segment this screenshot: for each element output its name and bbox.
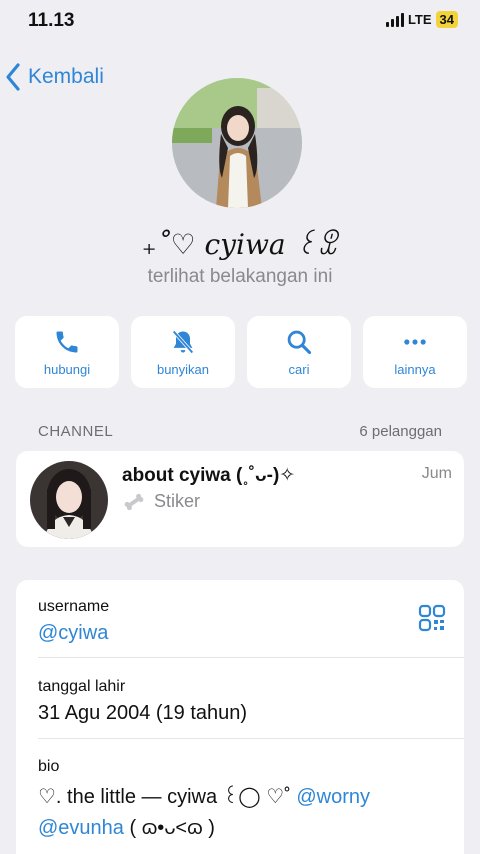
- channel-card[interactable]: about cyiwa (˳˚ᴗ-)✧ Jum Stiker: [16, 451, 464, 547]
- profile-avatar[interactable]: [172, 78, 302, 208]
- mute-label: bunyikan: [156, 361, 210, 377]
- back-label: Kembali: [28, 65, 104, 88]
- bio-mention-link[interactable]: @worny: [296, 786, 370, 808]
- call-label: hubungi: [43, 361, 91, 377]
- channel-last-message: Stiker: [122, 491, 200, 512]
- status-bar: 11.13 LTE 34: [0, 0, 480, 44]
- bio-row: bio ♡. the little — cyiwa ꒰◯ ♡˚ @worny @…: [38, 758, 448, 844]
- qr-code-icon[interactable]: [418, 604, 446, 637]
- birthday-value: 31 Agu 2004 (19 tahun): [38, 702, 248, 724]
- battery-icon: 34: [435, 11, 458, 28]
- bone-icon: [124, 493, 144, 510]
- phone-icon: [56, 331, 78, 352]
- status-indicators: LTE 34: [385, 11, 458, 28]
- network-label: LTE: [407, 12, 432, 27]
- bio-text-part: ♡. the little — cyiwa ꒰◯ ♡˚: [38, 786, 297, 808]
- search-label: cari: [288, 361, 310, 377]
- bio-text: ♡. the little — cyiwa ꒰◯ ♡˚ @worny @evun…: [38, 782, 448, 844]
- channel-subtitle: Stiker: [154, 491, 201, 511]
- mute-button[interactable]: bunyikan: [131, 316, 235, 388]
- divider: [38, 657, 464, 658]
- signal-icon: [385, 12, 404, 27]
- birthday-label: tanggal lahir: [38, 678, 126, 695]
- more-button[interactable]: lainnya: [363, 316, 467, 388]
- username-value[interactable]: @cyiwa: [38, 622, 448, 645]
- birthday-row: tanggal lahir 31 Agu 2004 (19 tahun): [38, 678, 448, 725]
- more-label: lainnya: [394, 361, 436, 377]
- bell-muted-icon: [172, 329, 194, 354]
- profile-name: ₊˚♡ cyiwa ꒰ꀾ: [141, 228, 339, 261]
- channel-section-label: CHANNEL: [38, 423, 114, 440]
- profile-last-seen: terlihat belakangan ini: [147, 266, 333, 287]
- divider: [38, 738, 464, 739]
- channel-subscriber-count: 6 pelanggan: [359, 423, 442, 440]
- bio-mention-link[interactable]: @evunha: [38, 817, 124, 839]
- back-button[interactable]: Kembali: [4, 62, 104, 92]
- info-card: username @cyiwa tanggal lahir 31 Agu 200…: [16, 580, 464, 854]
- username-label: username: [38, 598, 110, 615]
- call-button[interactable]: hubungi: [15, 316, 119, 388]
- channel-section-header: CHANNEL 6 pelanggan: [38, 423, 442, 440]
- channel-time: Jum: [421, 465, 452, 482]
- channel-avatar: [30, 461, 108, 539]
- search-icon: [287, 330, 312, 354]
- bio-label: bio: [38, 758, 60, 775]
- status-time: 11.13: [28, 10, 75, 31]
- bio-text-part: ( ɷ•ᴗ<ɷ ): [123, 817, 215, 839]
- username-row[interactable]: username @cyiwa: [38, 598, 448, 645]
- more-icon: [404, 338, 426, 345]
- action-bar: hubungi bunyikan cari lainnya: [15, 316, 467, 388]
- channel-title: about cyiwa (˳˚ᴗ-)✧: [122, 465, 296, 486]
- chevron-left-icon: [6, 63, 20, 91]
- search-button[interactable]: cari: [247, 316, 351, 388]
